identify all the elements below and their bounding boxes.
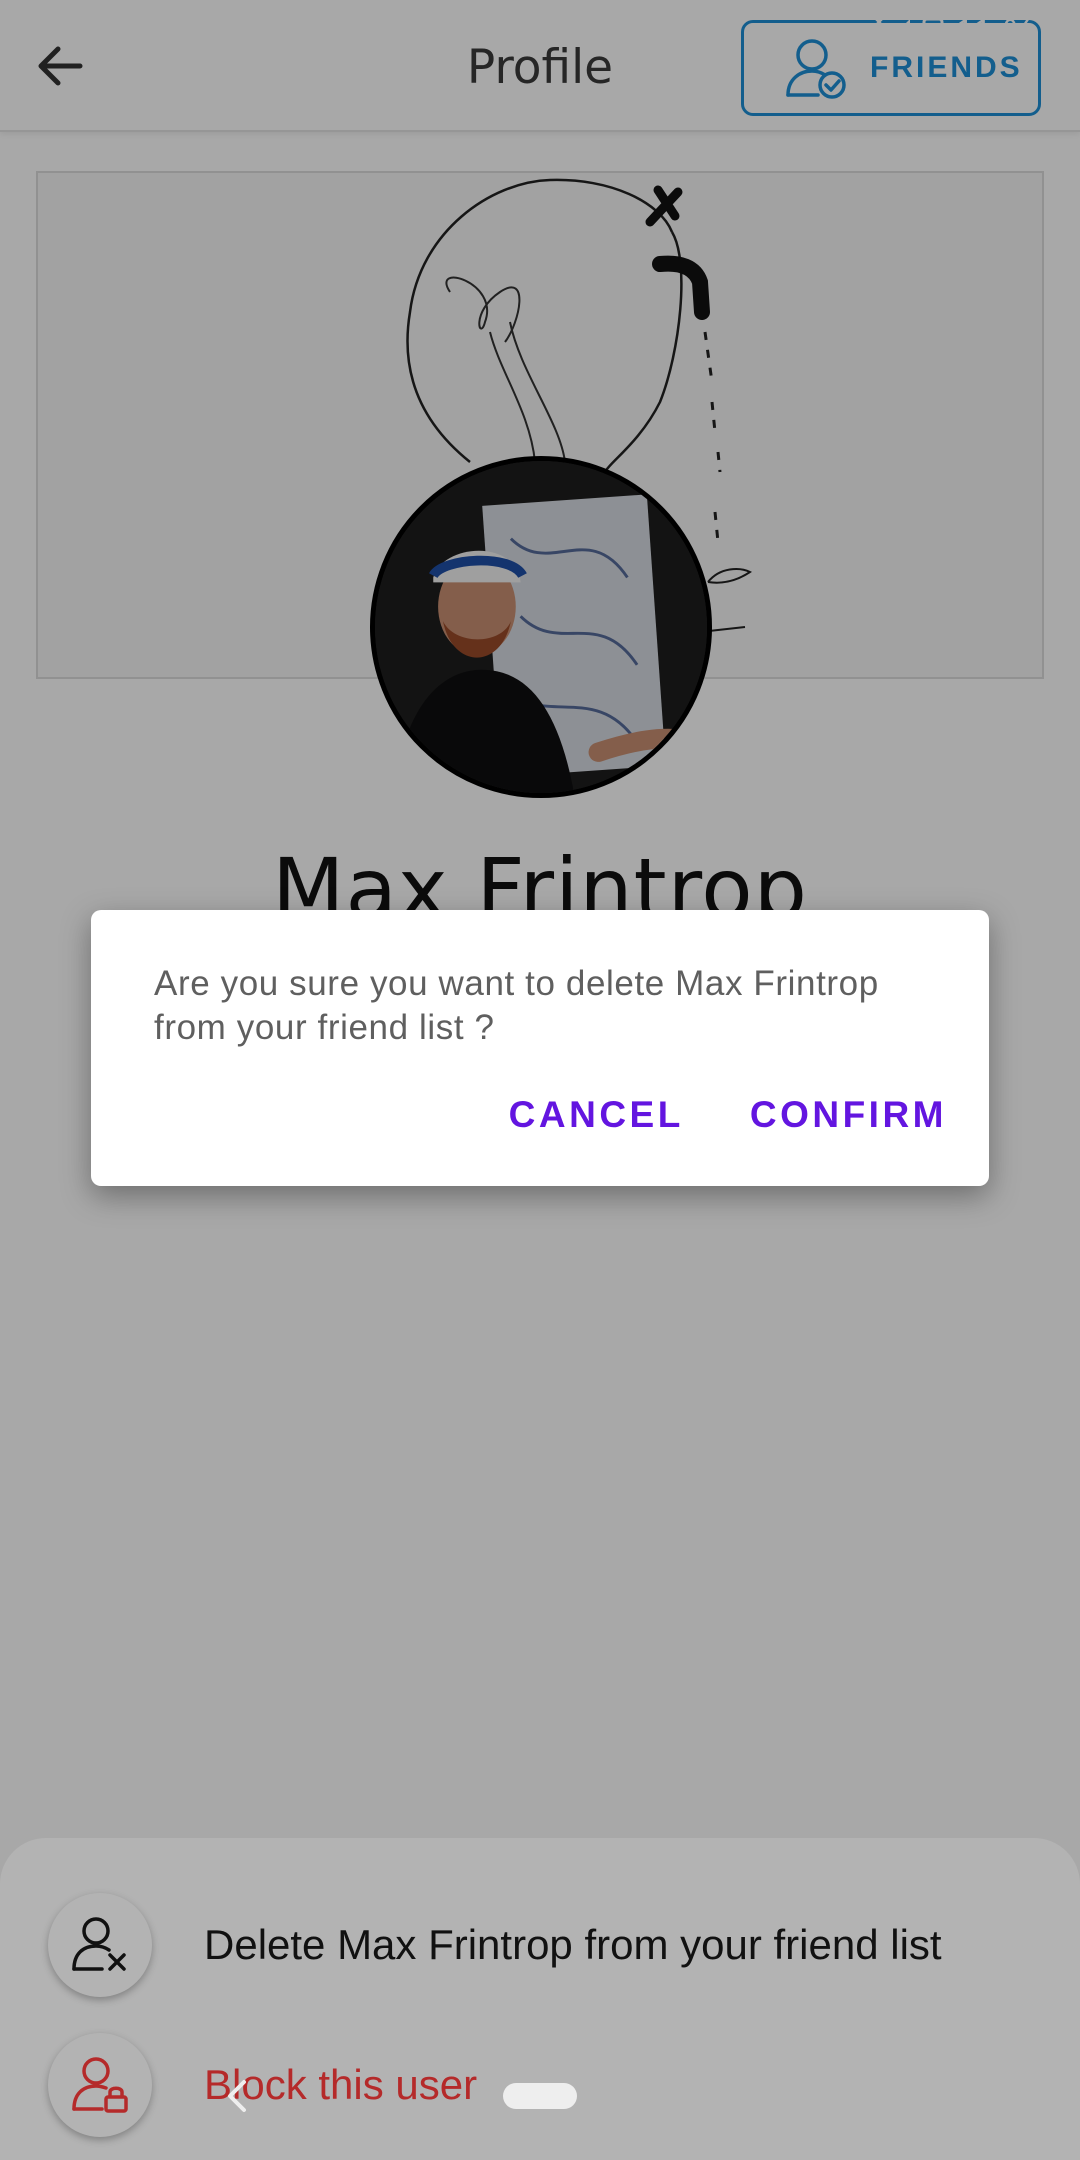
confirm-dialog: Are you sure you want to delete Max Frin… — [91, 910, 989, 1186]
dialog-actions: CANCEL CONFIRM — [509, 1094, 947, 1136]
dialog-message: Are you sure you want to delete Max Frin… — [154, 964, 879, 1047]
user-remove-icon — [72, 1917, 126, 1971]
user-lock-icon — [72, 2057, 128, 2113]
nav-home-pill[interactable] — [503, 2083, 577, 2109]
delete-friend-label: Delete Max Frintrop from your friend lis… — [204, 1921, 942, 1968]
screen: Profile FRIENDS 17:04 11 % Max Frintrop … — [0, 0, 1080, 2160]
block-user-icon-circle — [48, 2033, 152, 2137]
delete-friend-option[interactable]: Delete Max Frintrop from your friend lis… — [0, 1890, 1080, 2000]
nav-back-icon[interactable] — [222, 2076, 252, 2116]
confirm-button[interactable]: CONFIRM — [750, 1094, 947, 1136]
delete-friend-icon-circle — [48, 1893, 152, 1997]
cancel-button[interactable]: CANCEL — [509, 1094, 684, 1136]
